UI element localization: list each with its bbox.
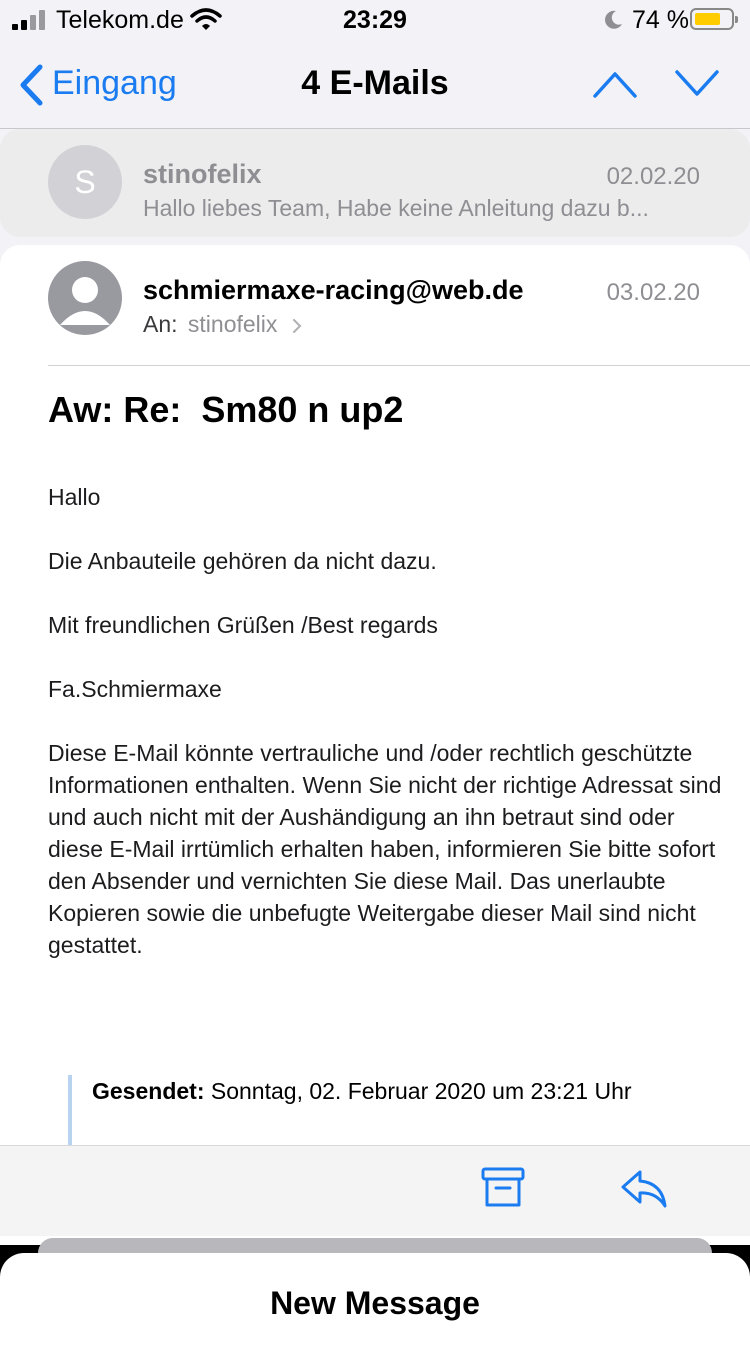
recipient-name: stinofelix	[187, 311, 278, 337]
body-paragraph: Hallo	[48, 484, 101, 510]
quoted-message: Gesendet: Sonntag, 02. Februar 2020 um 2…	[68, 1075, 732, 1155]
body-paragraph: Fa.Schmiermaxe	[48, 676, 222, 702]
status-bar: Telekom.de 23:29 74 %	[0, 0, 750, 40]
body-paragraph: Diese E-Mail könnte vertrauliche und /od…	[48, 740, 722, 958]
archive-icon[interactable]	[480, 1164, 526, 1210]
message-date: 03.02.20	[606, 279, 700, 306]
sender-address[interactable]: schmiermaxe-racing@web.de	[143, 275, 523, 306]
open-message-card: schmiermaxe-racing@web.de 03.02.20 An: s…	[0, 245, 750, 1245]
quote-label: Gesendet:	[92, 1078, 205, 1104]
avatar: S	[48, 145, 122, 219]
navigation-bar: Eingang 4 E-Mails	[0, 40, 750, 129]
recipient-label: An:	[143, 311, 178, 337]
divider	[48, 365, 750, 366]
next-message-icon[interactable]	[674, 66, 720, 102]
message-subject: Aw: Re: Sm80 n up2	[48, 389, 404, 430]
previous-message-icon[interactable]	[592, 66, 638, 102]
battery-percent: 74 %	[632, 6, 689, 34]
body-paragraph: Die Anbauteile gehören da nicht dazu.	[48, 548, 437, 574]
sheet-title[interactable]: New Message	[0, 1285, 750, 1322]
battery-fill	[695, 13, 720, 25]
new-message-sheet[interactable]: New Message	[0, 1253, 750, 1353]
reply-icon[interactable]	[620, 1168, 668, 1210]
sender-name: stinofelix	[143, 159, 262, 189]
moon-icon	[605, 10, 622, 29]
chevron-right-icon	[292, 319, 302, 333]
recipient-row[interactable]: An: stinofelix	[143, 311, 302, 338]
quote-value: Sonntag, 02. Februar 2020 um 23:21 Uhr	[210, 1078, 632, 1104]
message-preview: Hallo liebes Team, Habe keine Anleitung …	[143, 195, 649, 221]
battery-icon	[690, 8, 738, 30]
message-date: 02.02.20	[606, 163, 700, 190]
person-avatar-icon	[48, 261, 122, 335]
mail-screen: Telekom.de 23:29 74 % Eingang 4 E-Mails	[0, 0, 750, 1245]
collapsed-message-card[interactable]: S stinofelix 02.02.20 Hallo liebes Team,…	[0, 129, 750, 237]
bottom-toolbar	[0, 1145, 750, 1236]
message-body: Hallo Die Anbauteile gehören da nicht da…	[48, 481, 728, 993]
body-paragraph: Mit freundlichen Grüßen /Best regards	[48, 612, 438, 638]
